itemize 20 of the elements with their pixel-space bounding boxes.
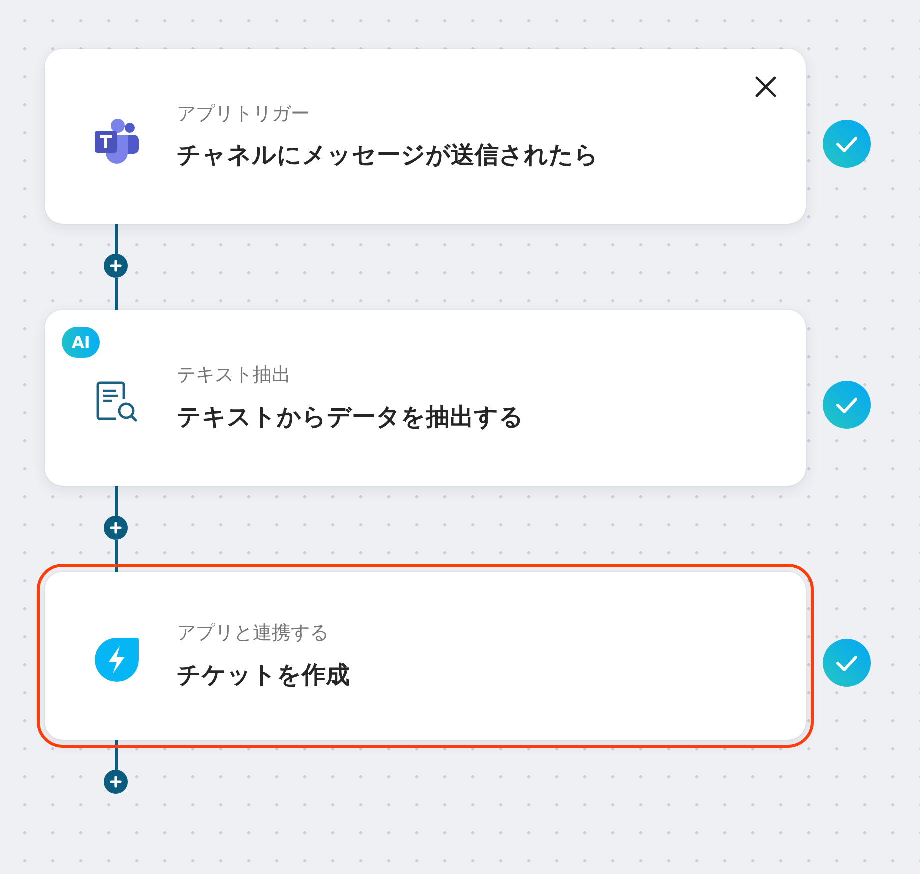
step-category: アプリトリガー — [177, 102, 311, 126]
step-title: チャネルにメッセージが送信されたら — [177, 140, 599, 172]
plus-icon — [110, 776, 122, 788]
add-step-button[interactable] — [104, 254, 128, 278]
close-icon — [755, 76, 777, 98]
team-chat-logo-icon — [94, 118, 140, 164]
lightning-icon — [94, 637, 140, 683]
document-search-icon — [96, 381, 138, 423]
step-title: チケットを作成 — [177, 660, 350, 691]
plus-icon — [110, 522, 122, 534]
step-category: テキスト抽出 — [177, 363, 292, 388]
ai-tag: AI — [62, 327, 100, 358]
step-card[interactable]: アプリと連携する チケットを作成 — [45, 572, 806, 740]
step-card[interactable]: AI テキスト抽出 テキストからデータを抽出する — [45, 310, 806, 486]
step-title: テキストからデータを抽出する — [177, 402, 524, 433]
add-step-button[interactable] — [104, 516, 128, 540]
add-step-button[interactable] — [104, 770, 128, 794]
plus-icon — [110, 260, 122, 272]
step-card[interactable]: アプリトリガー チャネルにメッセージが送信されたら — [45, 49, 806, 224]
step-category: アプリと連携する — [177, 621, 330, 646]
